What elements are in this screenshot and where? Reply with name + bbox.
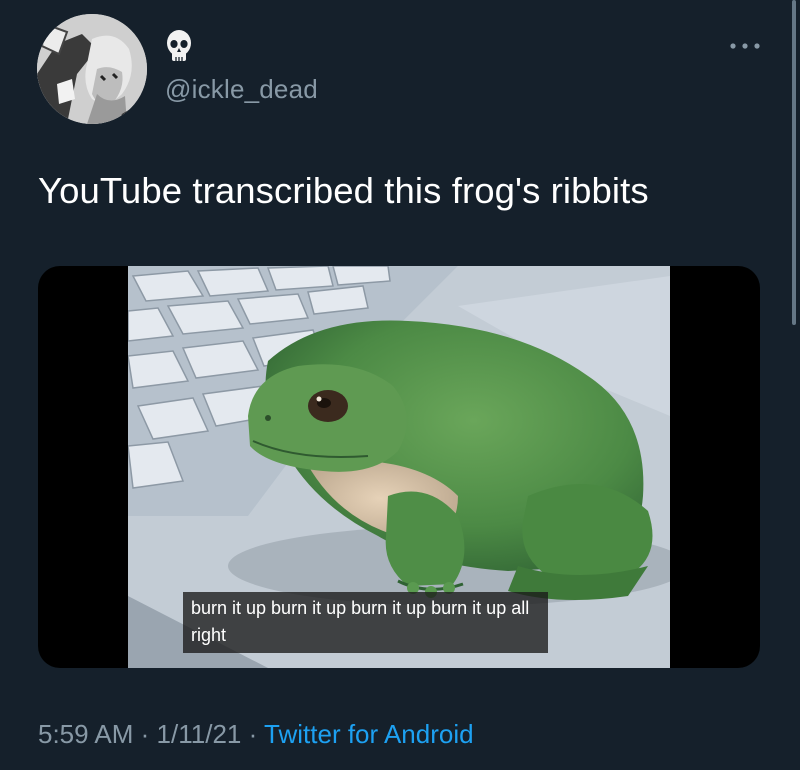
skull-icon	[165, 28, 193, 68]
tweet-text: YouTube transcribed this frog's ribbits	[38, 170, 649, 211]
avatar-image	[37, 14, 147, 124]
scrollbar[interactable]	[792, 0, 796, 325]
tweet-source-link[interactable]: Twitter for Android	[264, 719, 474, 749]
video-frame: burn it up burn it up burn it up burn it…	[128, 266, 670, 668]
tweet-date[interactable]: 1/11/21	[157, 719, 242, 749]
tweet-media[interactable]: burn it up burn it up burn it up burn it…	[38, 266, 760, 668]
meta-separator: ·	[248, 719, 258, 749]
avatar[interactable]	[37, 14, 147, 124]
user-handle[interactable]: @ickle_dead	[165, 74, 318, 105]
tweet: @ickle_dead YouTube transcribed this fro…	[0, 0, 800, 770]
more-options-icon[interactable]	[728, 36, 762, 56]
tweet-meta: 5:59 AM · 1/11/21 · Twitter for Android	[38, 719, 474, 750]
subtitle-caption: burn it up burn it up burn it up burn it…	[183, 592, 548, 653]
tweet-time[interactable]: 5:59 AM	[38, 719, 133, 749]
meta-separator: ·	[140, 719, 150, 749]
